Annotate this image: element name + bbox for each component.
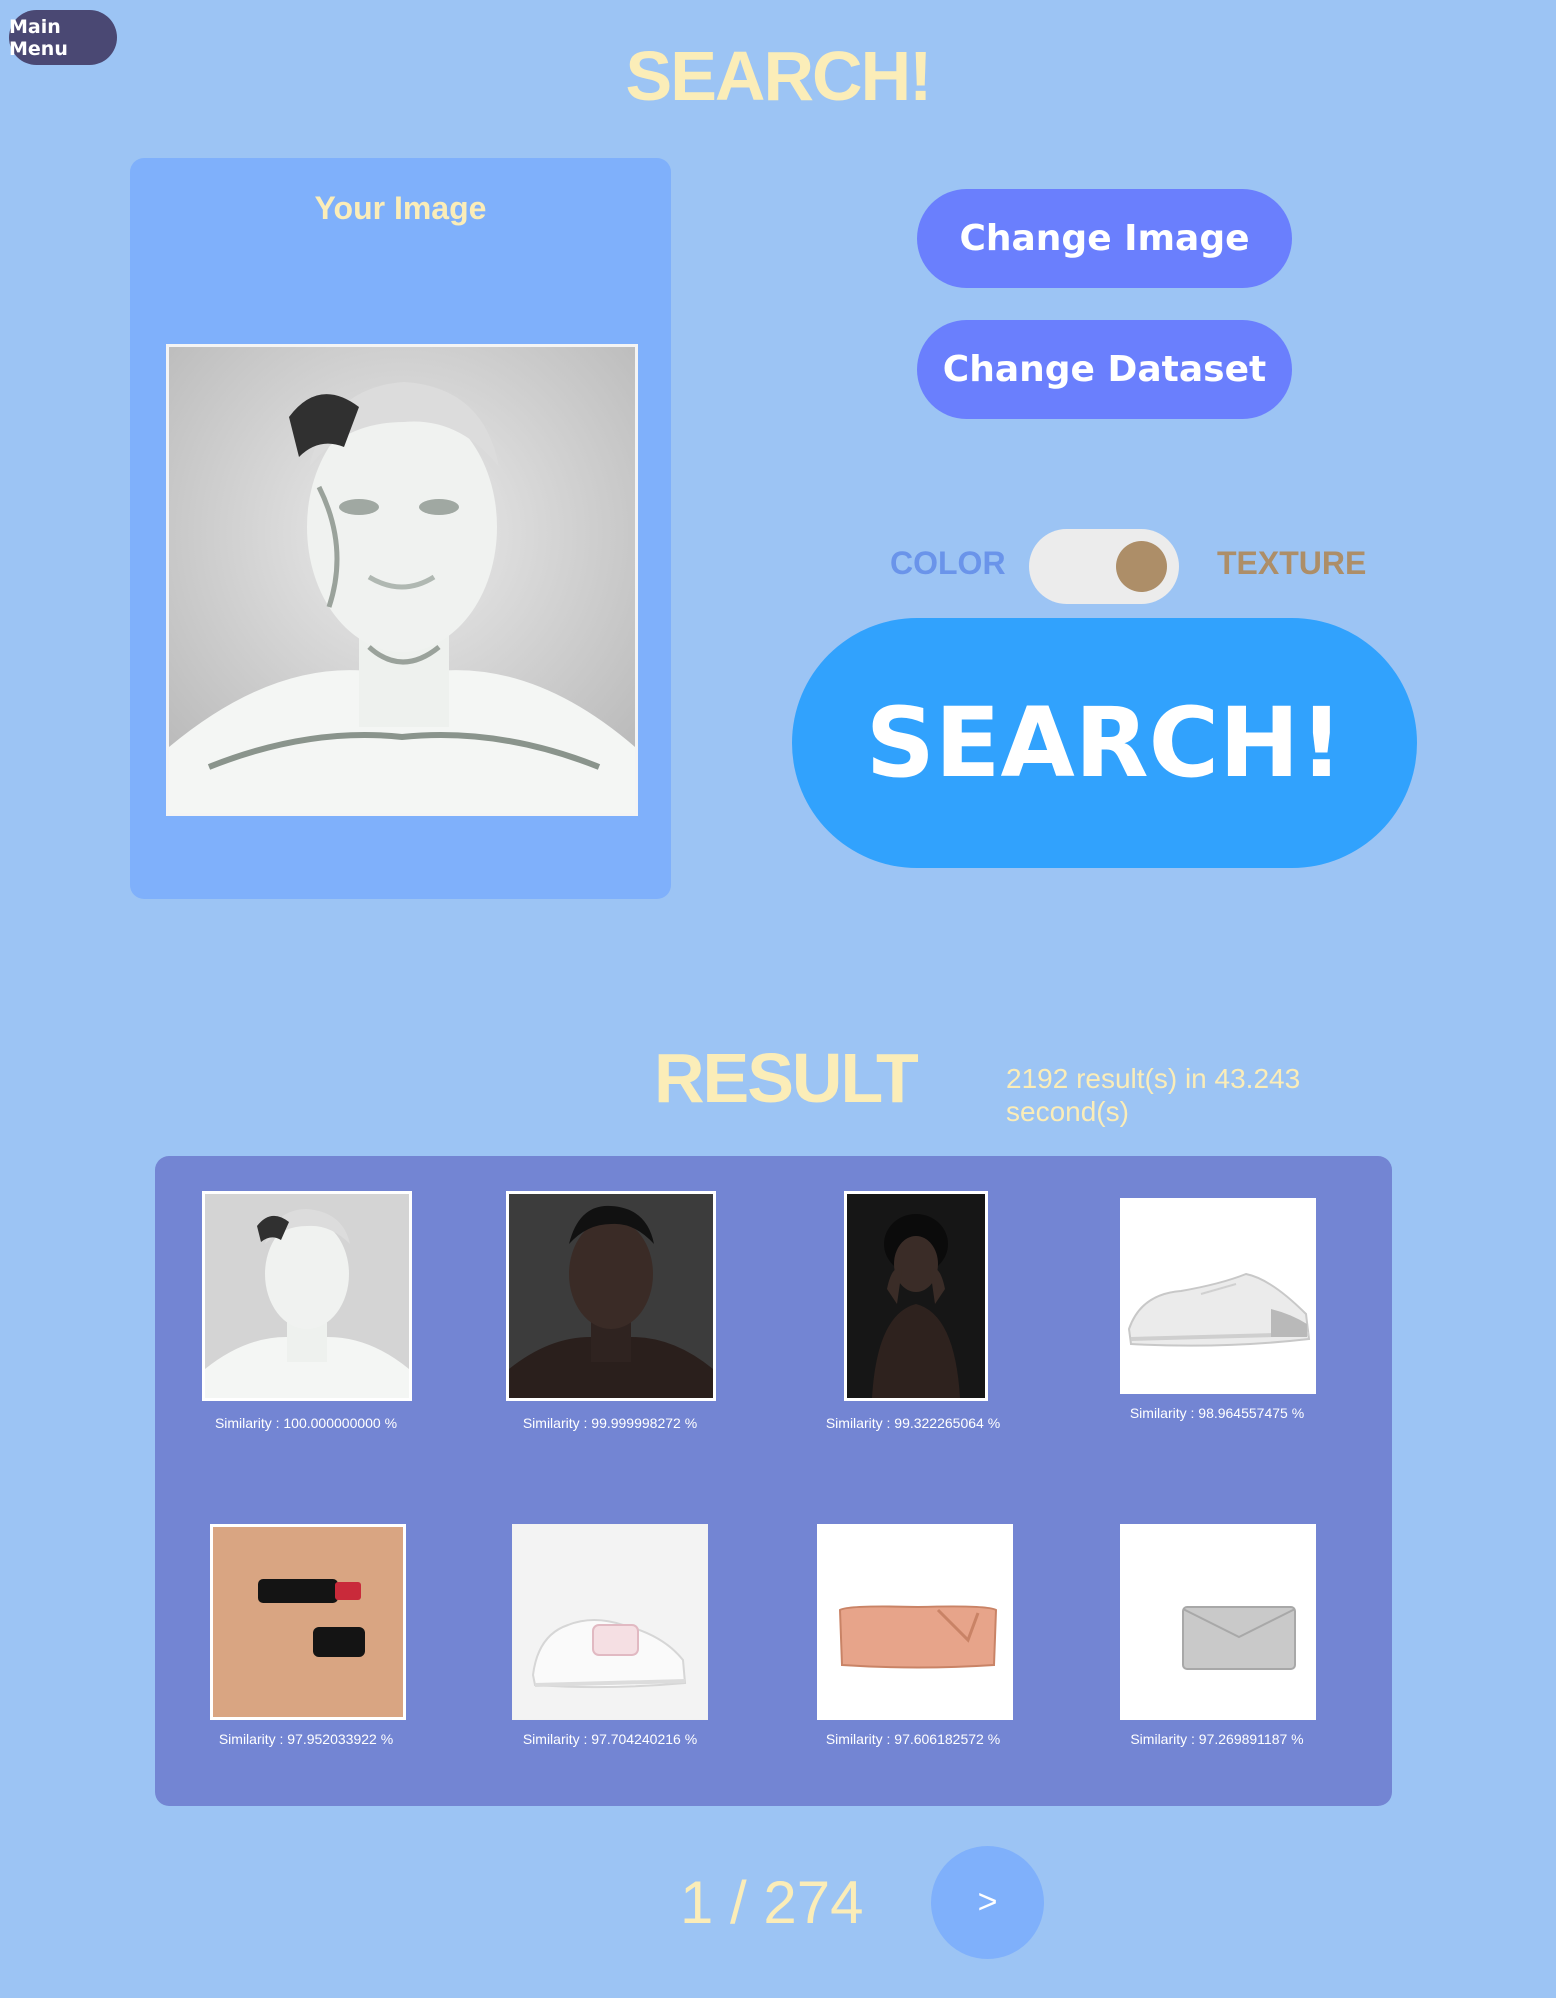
- result-title: RESULT: [654, 1039, 919, 1117]
- toggle-knob: [1116, 541, 1167, 592]
- result-image[interactable]: [506, 1191, 716, 1401]
- page-indicator: 1 / 274: [680, 1869, 864, 1936]
- similarity-label: Similarity : 97.269891187 %: [1130, 1731, 1304, 1747]
- color-texture-toggle[interactable]: [1029, 529, 1179, 604]
- similarity-label: Similarity : 100.000000000 %: [214, 1415, 398, 1431]
- result-image[interactable]: [512, 1524, 708, 1720]
- result-image[interactable]: [1120, 1198, 1316, 1394]
- result-image[interactable]: [844, 1191, 988, 1401]
- texture-mode-label: TEXTURE: [1217, 545, 1367, 581]
- next-page-button[interactable]: >: [931, 1846, 1044, 1959]
- query-image: [166, 344, 638, 816]
- page-title: SEARCH!: [625, 37, 933, 115]
- change-dataset-button[interactable]: Change Dataset: [917, 320, 1292, 419]
- result-image[interactable]: [1120, 1524, 1316, 1720]
- color-mode-label: COLOR: [890, 545, 1006, 581]
- search-button[interactable]: SEARCH!: [792, 618, 1417, 868]
- query-image-title: Your Image: [314, 190, 487, 226]
- result-image[interactable]: [817, 1524, 1013, 1720]
- similarity-label: Similarity : 98.964557475 %: [1129, 1405, 1305, 1421]
- similarity-label: Similarity : 99.322265064 %: [825, 1415, 1001, 1431]
- similarity-label: Similarity : 97.606182572 %: [825, 1731, 1001, 1747]
- similarity-label: Similarity : 97.952033922 %: [218, 1731, 394, 1747]
- result-image[interactable]: [202, 1191, 412, 1401]
- result-stats: 2192 result(s) in 43.243 second(s): [1006, 1063, 1301, 1127]
- similarity-label: Similarity : 97.704240216 %: [522, 1731, 698, 1747]
- result-image[interactable]: [210, 1524, 406, 1720]
- similarity-label: Similarity : 99.999998272 %: [522, 1415, 698, 1431]
- change-image-button[interactable]: Change Image: [917, 189, 1292, 288]
